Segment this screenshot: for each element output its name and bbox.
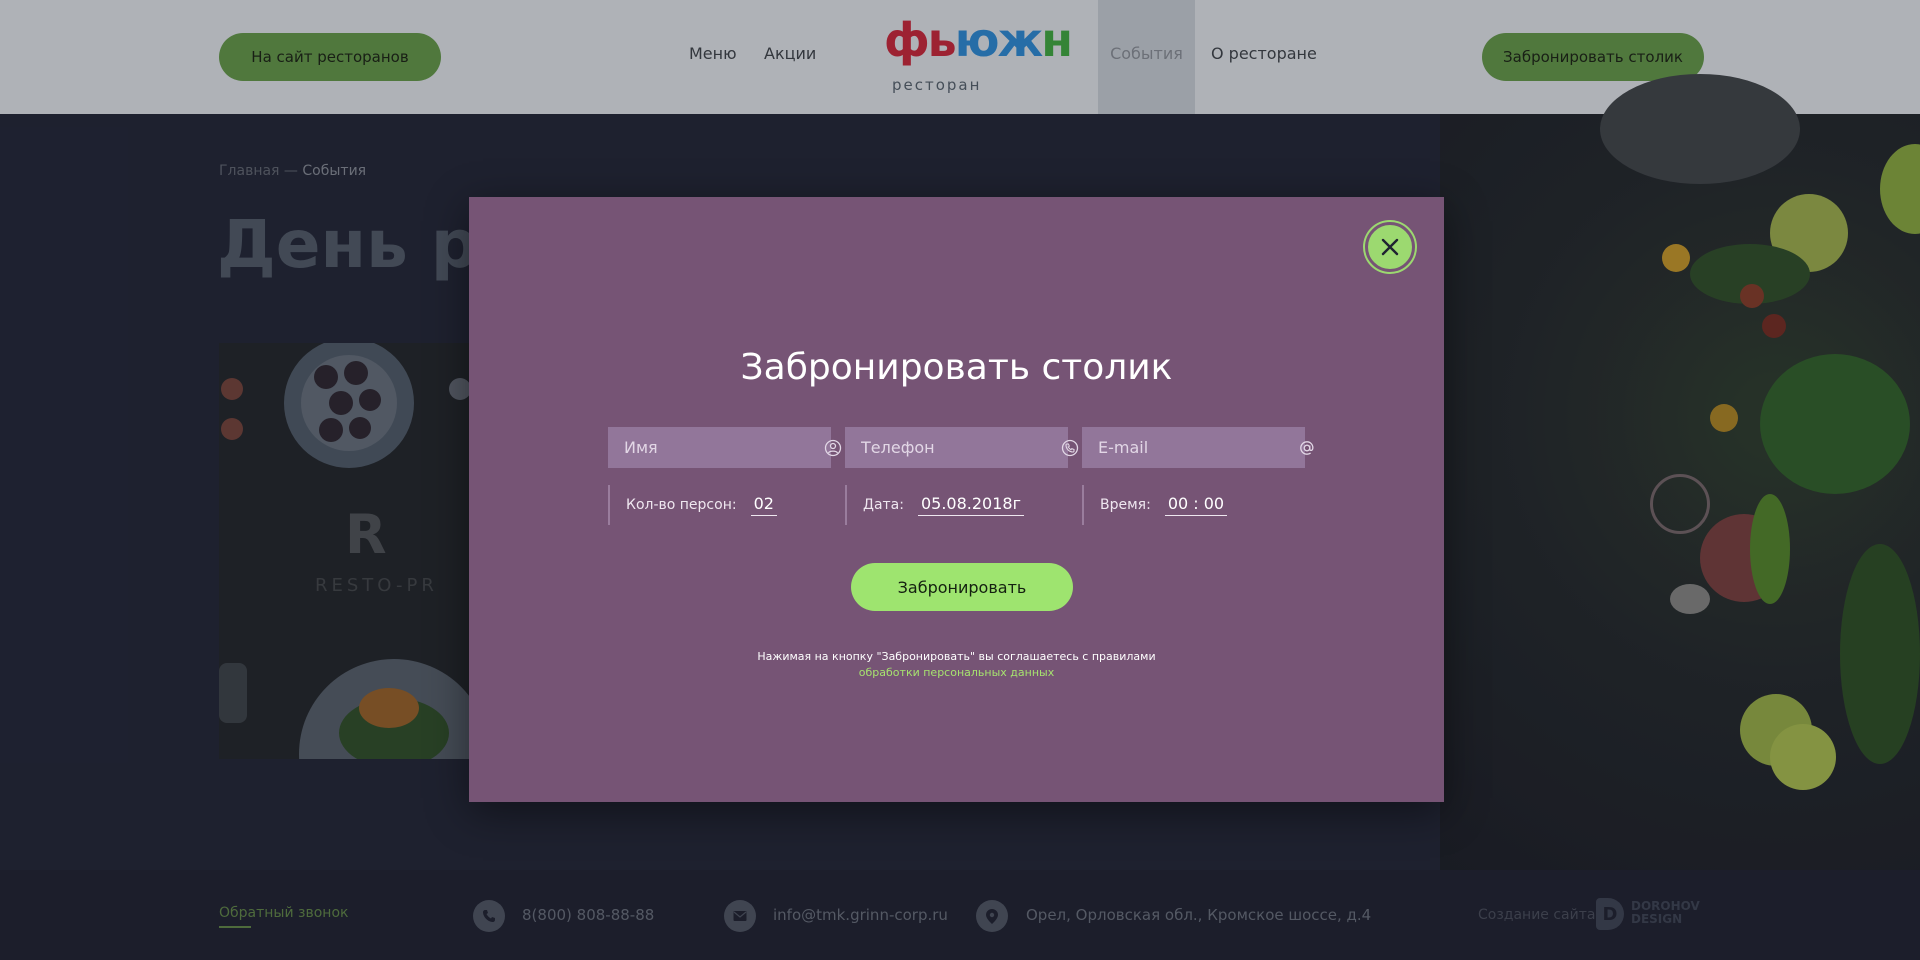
name-input[interactable] [624,438,824,457]
user-icon [824,438,842,458]
phone-field [845,427,1079,468]
close-button[interactable] [1365,222,1415,272]
booking-modal: Забронировать столик Кол-во персон: 02 Д… [469,197,1444,802]
persons-value[interactable]: 02 [750,494,777,516]
phone-icon [1061,438,1079,458]
date-label: Дата: [863,497,904,513]
email-input[interactable] [1098,438,1298,457]
time-selector[interactable]: Время: 00 : 00 [1082,485,1305,525]
persons-selector[interactable]: Кол-во персон: 02 [608,485,831,525]
privacy-policy-link[interactable]: обработки персональных данных [469,665,1444,681]
name-field [608,427,842,468]
time-value[interactable]: 00 : 00 [1164,494,1228,516]
email-field [1082,427,1314,468]
consent-text: Нажимая на кнопку "Забронировать" вы сог… [469,649,1444,681]
date-selector[interactable]: Дата: 05.08.2018г [845,485,1068,525]
time-label: Время: [1100,497,1151,513]
close-icon [1381,238,1399,256]
phone-input[interactable] [861,438,1061,457]
date-value[interactable]: 05.08.2018г [917,494,1024,516]
persons-label: Кол-во персон: [626,497,737,513]
at-sign-icon [1298,438,1316,458]
modal-title: Забронировать столик [740,347,1173,388]
submit-booking-button[interactable]: Забронировать [851,563,1073,611]
